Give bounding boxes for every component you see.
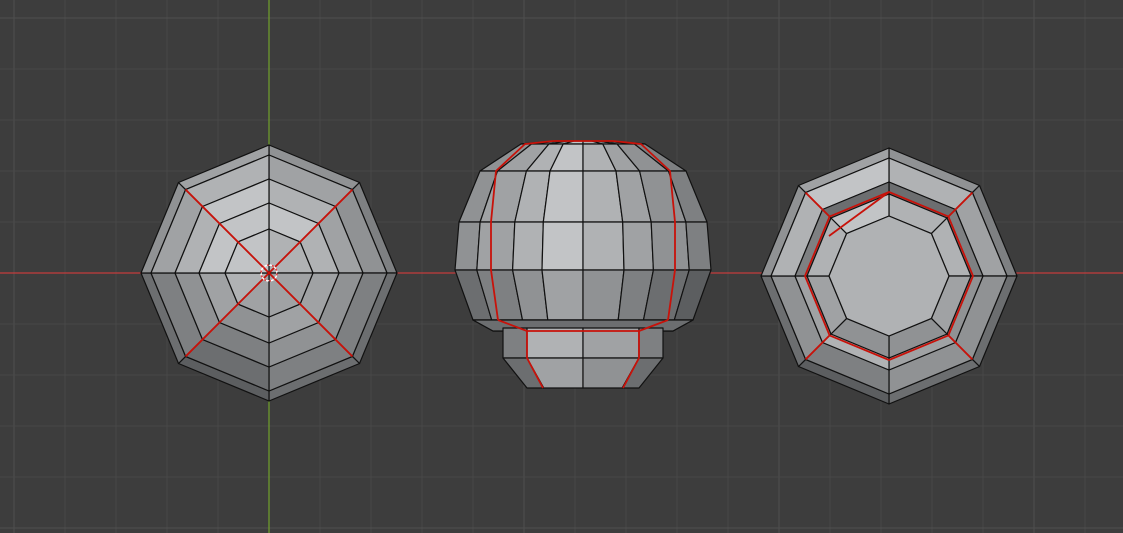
viewport-canvas[interactable] (0, 0, 1123, 533)
3d-viewport[interactable] (0, 0, 1123, 533)
face (685, 221, 712, 271)
face (828, 215, 950, 337)
face (476, 221, 516, 271)
face (511, 221, 544, 271)
face (582, 327, 640, 359)
face (542, 170, 584, 223)
mushroom-top-view[interactable] (140, 144, 398, 402)
mushroom-bottom-view[interactable] (760, 147, 1018, 405)
face (638, 327, 664, 359)
face (582, 221, 625, 271)
mushroom-side-view[interactable] (454, 140, 712, 389)
face (541, 221, 584, 271)
face (454, 221, 481, 271)
face (526, 327, 584, 359)
face (502, 327, 528, 359)
face (541, 269, 584, 321)
face (582, 269, 625, 321)
face (622, 221, 655, 271)
face (650, 221, 690, 271)
